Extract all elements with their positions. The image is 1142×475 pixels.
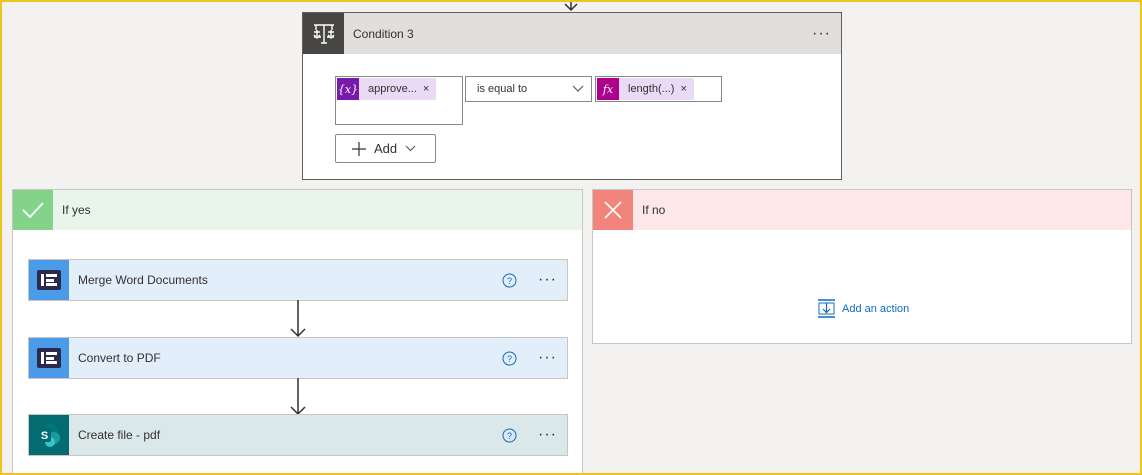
token-remove-button[interactable]: ×: [680, 83, 693, 95]
action-title: Convert to PDF: [78, 351, 161, 365]
chevron-down-icon: [405, 145, 416, 152]
help-icon[interactable]: ?: [502, 428, 517, 443]
svg-text:?: ?: [507, 276, 512, 286]
add-button-label: Add: [374, 141, 398, 156]
sharepoint-icon: S: [29, 415, 69, 455]
flow-arrow-icon: [564, 0, 578, 12]
word-connector-icon: [29, 338, 69, 378]
word-connector-icon: [29, 260, 69, 300]
close-icon: [593, 190, 633, 230]
add-button[interactable]: Add: [335, 134, 436, 163]
svg-text:S: S: [41, 430, 48, 442]
help-icon[interactable]: ?: [502, 351, 517, 366]
if-yes-header[interactable]: If yes: [13, 190, 582, 230]
flow-arrow-icon: [290, 300, 306, 338]
add-an-action-label: Add an action: [842, 302, 910, 315]
variable-icon: {x}: [337, 78, 359, 100]
token-remove-button[interactable]: ×: [423, 83, 436, 95]
action-title: Create file - pdf: [78, 428, 161, 442]
action-title: Merge Word Documents: [78, 273, 208, 287]
if-yes-title: If yes: [62, 203, 91, 217]
condition-icon: [303, 13, 344, 54]
left-operand-field[interactable]: {x} approve... ×: [335, 76, 463, 125]
dynamic-content-token[interactable]: {x} approve... ×: [337, 78, 437, 100]
svg-text:?: ?: [507, 431, 512, 441]
token-label: length(...): [628, 83, 675, 95]
function-icon: fx: [597, 78, 619, 100]
condition-more-button[interactable]: ···: [812, 25, 831, 42]
flow-arrow-icon: [290, 378, 306, 416]
condition-title[interactable]: Condition 3: [353, 27, 414, 41]
action-more-button[interactable]: ···: [538, 350, 557, 366]
action-merge-word-documents[interactable]: Merge Word Documents ? ···: [28, 259, 568, 301]
condition-row: {x} approve... × is equal to fx length(.…: [335, 76, 722, 125]
operator-value: is equal to: [477, 83, 528, 95]
action-more-button[interactable]: ···: [538, 272, 557, 288]
add-an-action-button[interactable]: Add an action: [817, 299, 909, 318]
expression-token[interactable]: fx length(...) ×: [597, 78, 694, 100]
add-action-icon: [818, 299, 835, 318]
condition-card[interactable]: Condition 3 ··· {x} approve... × is equa…: [302, 12, 842, 180]
if-no-title: If no: [642, 203, 666, 217]
action-create-file-pdf[interactable]: S Create file - pdf ? ···: [28, 414, 568, 456]
help-icon[interactable]: ?: [502, 273, 517, 288]
if-no-header[interactable]: If no: [593, 190, 1131, 230]
action-more-button[interactable]: ···: [538, 427, 557, 443]
plus-icon: [352, 141, 366, 156]
chevron-down-icon: [572, 85, 584, 92]
right-operand-field[interactable]: fx length(...) ×: [595, 76, 722, 102]
svg-text:?: ?: [507, 354, 512, 364]
action-convert-to-pdf[interactable]: Convert to PDF ? ···: [28, 337, 568, 379]
if-no-branch: If no Add an action: [592, 189, 1132, 344]
condition-header[interactable]: Condition 3 ···: [303, 13, 841, 54]
if-yes-branch: If yes Merge Word Documents ? ··· Conver…: [12, 189, 583, 475]
token-label: approve...: [368, 83, 417, 95]
operator-dropdown[interactable]: is equal to: [465, 76, 592, 102]
checkmark-icon: [13, 190, 53, 230]
